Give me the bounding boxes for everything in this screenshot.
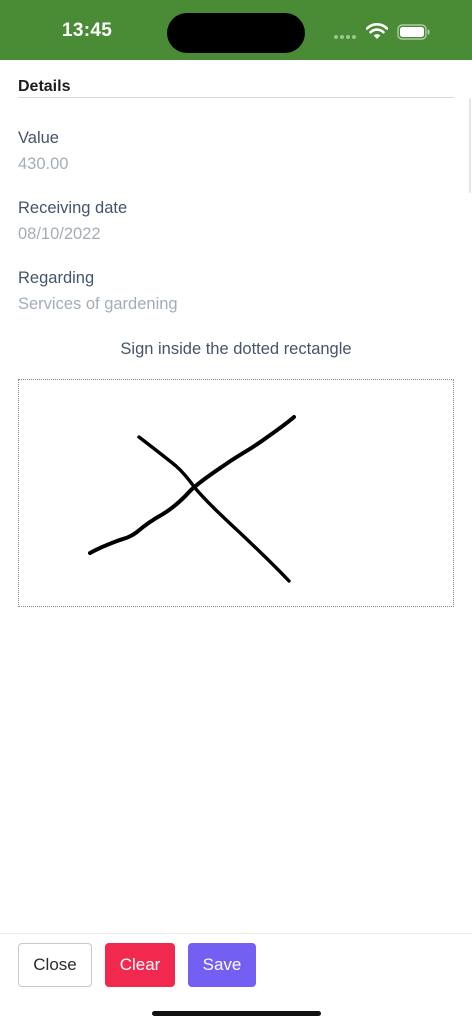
clear-button[interactable]: Clear (105, 943, 175, 987)
receiving-date-text: 08/10/2022 (18, 225, 101, 243)
receiving-date-label: Receiving date (18, 199, 128, 217)
regarding-label: Regarding (18, 269, 95, 287)
status-bar: 13:45 (0, 0, 472, 60)
signature-pad[interactable] (18, 379, 454, 607)
battery-icon (397, 24, 430, 40)
wifi-icon (366, 23, 388, 39)
dynamic-island (167, 13, 305, 53)
section-divider (18, 97, 454, 98)
sign-instruction: Sign inside the dotted rectangle (120, 340, 352, 358)
value-label: Value (18, 129, 59, 147)
close-button[interactable]: Close (18, 943, 92, 987)
footer-toolbar: Close Clear Save (0, 933, 472, 1024)
signature-screen: 13:45 Details Value 430.00 Receiving dat… (0, 0, 472, 1024)
status-time: 13:45 (62, 20, 113, 41)
signal-dots-icon (334, 35, 358, 41)
value-text: 430.00 (18, 155, 69, 173)
regarding-text: Services of gardening (18, 295, 178, 313)
save-button[interactable]: Save (188, 943, 256, 987)
scroll-indicator[interactable] (469, 98, 471, 193)
home-indicator[interactable] (152, 1011, 321, 1016)
signature-stroke (88, 415, 296, 583)
details-title: Details (18, 78, 71, 95)
